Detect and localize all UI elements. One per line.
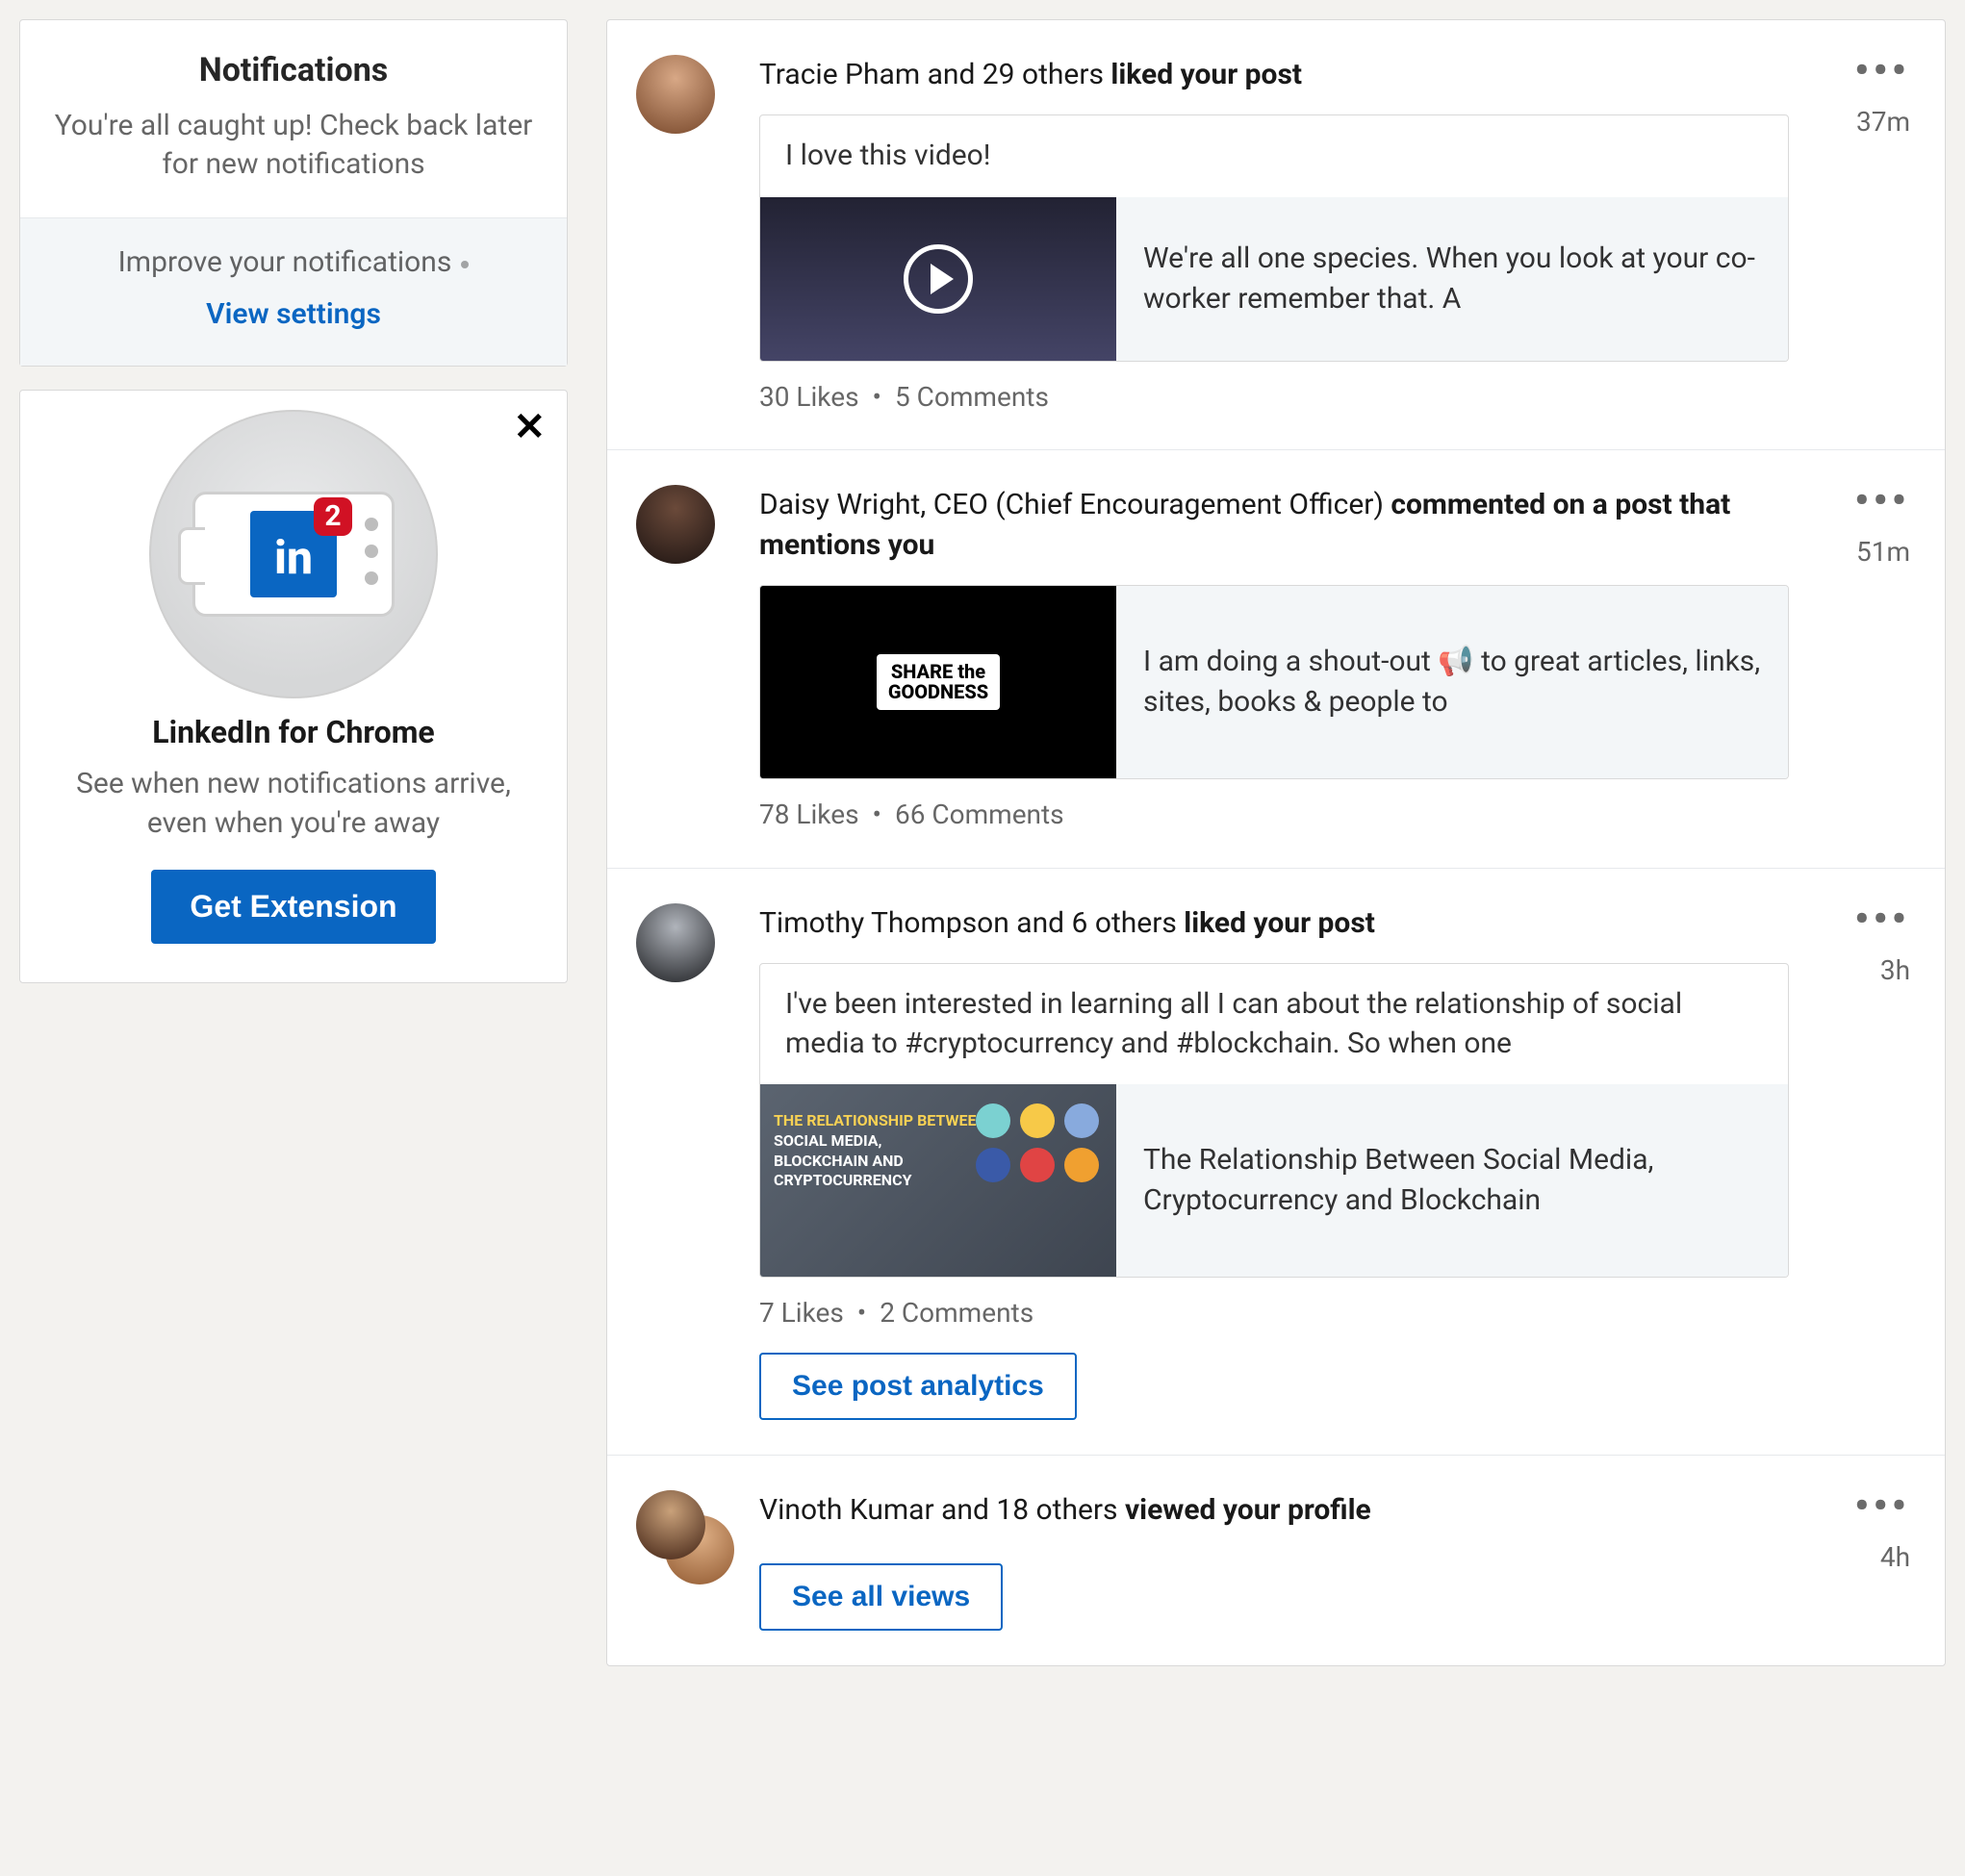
post-caption: We're all one species. When you look at … — [1116, 197, 1788, 361]
notification-item[interactable]: Timothy Thompson and 6 others liked your… — [607, 869, 1945, 1456]
post-stats: 7 Likes•2 Comments — [759, 1295, 1824, 1331]
extension-illustration: in 2 — [149, 410, 438, 698]
close-icon[interactable]: ✕ — [513, 408, 546, 446]
post-stats: 30 Likes•5 Comments — [759, 379, 1824, 416]
play-icon — [904, 244, 973, 314]
avatar[interactable] — [636, 55, 715, 134]
timestamp: 3h — [1824, 952, 1910, 989]
thumbnail-overlay-text: THE RELATIONSHIP BETWEEN SOCIAL MEDIA, B… — [774, 1111, 987, 1191]
image-thumbnail[interactable]: SHARE the GOODNESS — [760, 586, 1116, 778]
post-text: I love this video! — [760, 115, 1788, 197]
more-options-icon[interactable]: ••• — [1824, 55, 1910, 87]
improve-notifications-label: Improve your notifications — [118, 245, 452, 279]
avatar[interactable] — [636, 903, 715, 982]
video-thumbnail[interactable] — [760, 197, 1116, 361]
avatar[interactable] — [636, 485, 715, 564]
more-options-icon[interactable]: ••• — [1824, 485, 1910, 517]
timestamp: 4h — [1824, 1539, 1910, 1576]
comments-count[interactable]: 5 Comments — [895, 381, 1049, 413]
sidebar: Notifications You're all caught up! Chec… — [19, 19, 568, 983]
notification-item[interactable]: Vinoth Kumar and 18 others viewed your p… — [607, 1456, 1945, 1665]
notifications-card: Notifications You're all caught up! Chec… — [19, 19, 568, 367]
likes-count[interactable]: 30 Likes — [759, 381, 859, 413]
headline-prefix: Timothy Thompson and 6 others — [759, 906, 1184, 940]
headline-prefix: Daisy Wright, CEO (Chief Encouragement O… — [759, 488, 1391, 521]
notifications-feed: Tracie Pham and 29 others liked your pos… — [606, 19, 1946, 1666]
post-caption: I am doing a shout-out 📢 to great articl… — [1116, 586, 1788, 778]
avatar-col — [636, 485, 732, 564]
post-caption: The Relationship Between Social Media, C… — [1116, 1084, 1788, 1277]
notification-item[interactable]: Tracie Pham and 29 others liked your pos… — [607, 20, 1945, 450]
see-all-views-button[interactable]: See all views — [759, 1563, 1003, 1631]
notification-headline: Daisy Wright, CEO (Chief Encouragement O… — [759, 485, 1824, 566]
image-thumbnail[interactable]: THE RELATIONSHIP BETWEEN SOCIAL MEDIA, B… — [760, 1084, 1116, 1277]
get-extension-button[interactable]: Get Extension — [151, 870, 435, 944]
notification-badge: 2 — [314, 497, 352, 536]
notification-item[interactable]: Daisy Wright, CEO (Chief Encouragement O… — [607, 450, 1945, 869]
headline-action: liked your post — [1110, 58, 1302, 91]
see-post-analytics-button[interactable]: See post analytics — [759, 1353, 1077, 1420]
extension-description: See when new notifications arrive, even … — [49, 765, 538, 843]
extension-title: LinkedIn for Chrome — [49, 712, 538, 753]
post-text: I've been interested in learning all I c… — [760, 964, 1788, 1084]
likes-count[interactable]: 7 Likes — [759, 1297, 844, 1329]
post-preview[interactable]: I love this video! We're all one species… — [759, 114, 1789, 362]
notifications-title: Notifications — [49, 49, 538, 93]
browser-window-icon: in 2 — [192, 492, 395, 617]
timestamp: 51m — [1824, 534, 1910, 570]
thumbnail-icons — [976, 1103, 1099, 1182]
more-options-icon[interactable]: ••• — [1824, 903, 1910, 935]
headline-action: viewed your profile — [1125, 1493, 1371, 1527]
post-preview[interactable]: I've been interested in learning all I c… — [759, 963, 1789, 1278]
comments-count[interactable]: 2 Comments — [880, 1297, 1034, 1329]
avatar-col — [636, 55, 732, 134]
timestamp: 37m — [1824, 104, 1910, 140]
linkedin-logo-icon: in 2 — [250, 511, 337, 597]
avatar-stack — [636, 1490, 732, 1586]
post-preview[interactable]: SHARE the GOODNESS I am doing a shout-ou… — [759, 585, 1789, 779]
notification-headline: Vinoth Kumar and 18 others viewed your p… — [759, 1490, 1824, 1531]
avatar[interactable] — [636, 1490, 705, 1559]
view-settings-link[interactable]: View settings — [39, 295, 548, 335]
notifications-settings-area: Improve your notifications View settings — [20, 217, 567, 366]
notification-headline: Timothy Thompson and 6 others liked your… — [759, 903, 1824, 944]
post-stats: 78 Likes•66 Comments — [759, 797, 1824, 833]
share-goodness-badge: SHARE the GOODNESS — [877, 654, 1000, 710]
more-options-icon[interactable]: ••• — [1824, 1490, 1910, 1522]
avatar-col — [636, 903, 732, 982]
extension-promo-card: ✕ in 2 LinkedIn for Chrome See when new … — [19, 390, 568, 983]
notifications-summary: Notifications You're all caught up! Chec… — [20, 20, 567, 217]
comments-count[interactable]: 66 Comments — [895, 799, 1064, 830]
dot-separator-icon — [461, 261, 469, 268]
headline-action: liked your post — [1184, 906, 1375, 940]
headline-prefix: Tracie Pham and 29 others — [759, 58, 1110, 91]
notifications-message: You're all caught up! Check back later f… — [49, 107, 538, 185]
likes-count[interactable]: 78 Likes — [759, 799, 859, 830]
headline-prefix: Vinoth Kumar and 18 others — [759, 1493, 1125, 1527]
notification-headline: Tracie Pham and 29 others liked your pos… — [759, 55, 1824, 95]
